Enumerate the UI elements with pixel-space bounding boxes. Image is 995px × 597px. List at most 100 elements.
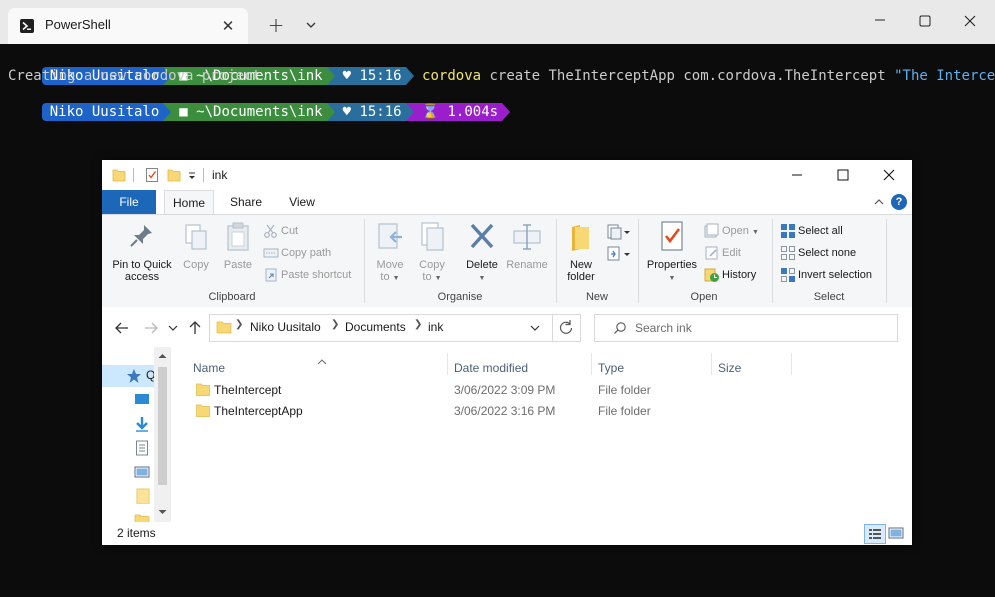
scroll-down-arrow-icon[interactable] bbox=[157, 507, 168, 517]
details-view-icon[interactable] bbox=[864, 524, 886, 544]
file-name: TheInterceptApp bbox=[214, 404, 303, 418]
prompt-user: Niko Uusitalo bbox=[41, 103, 164, 121]
nav-pane-scrollbar[interactable] bbox=[154, 347, 171, 522]
group-label-open: Open bbox=[690, 291, 718, 303]
paste-button[interactable]: Paste bbox=[220, 219, 256, 271]
ribbon-home: Pin to Quick access Copy Paste Cut Copy … bbox=[102, 214, 912, 308]
properties-icon bbox=[661, 221, 683, 251]
tab-title: PowerShell bbox=[45, 17, 111, 32]
nav-downloads[interactable] bbox=[102, 413, 154, 435]
pictures-icon bbox=[134, 466, 150, 478]
tab-powershell[interactable]: PowerShell ✕ bbox=[8, 8, 248, 44]
ribbon-tabs: File Home Share View ? bbox=[102, 190, 912, 216]
paste-icon bbox=[227, 222, 249, 251]
back-arrow-icon[interactable] bbox=[113, 319, 131, 337]
tab-home[interactable]: Home bbox=[164, 190, 214, 216]
desktop-icon bbox=[135, 394, 149, 404]
close-icon[interactable] bbox=[866, 160, 912, 190]
nav-folder[interactable] bbox=[102, 485, 154, 507]
nav-pictures[interactable] bbox=[102, 461, 154, 483]
new-folder-icon[interactable] bbox=[167, 167, 181, 183]
new-item-icon[interactable] bbox=[606, 223, 630, 241]
new-folder-button[interactable]: New folder bbox=[561, 219, 601, 283]
tab-file[interactable]: File bbox=[102, 190, 156, 214]
recent-locations-icon[interactable] bbox=[167, 319, 179, 337]
customize-qat-icon[interactable] bbox=[187, 167, 197, 183]
copy-button[interactable]: Copy bbox=[178, 219, 214, 271]
navigation-pane[interactable]: Q bbox=[102, 347, 172, 522]
prompt-line: Niko Uusitalo ■ ~\Documents\ink ♥ 15:16 co… bbox=[8, 49, 995, 85]
heart-icon: ♥ bbox=[342, 104, 360, 120]
tab-view[interactable]: View bbox=[282, 190, 322, 214]
status-bar: 2 items bbox=[102, 522, 912, 545]
address-bar[interactable]: ❯ Niko Uusitalo ❯ Documents ❯ ink bbox=[209, 314, 553, 342]
nav-documents[interactable] bbox=[102, 437, 154, 459]
file-explorer-window: ink File Home Share View ? Pin to Quick bbox=[102, 160, 912, 545]
select-all-icon bbox=[781, 224, 795, 238]
chevron-down-icon: ▼ bbox=[478, 275, 486, 282]
help-icon[interactable]: ? bbox=[891, 194, 907, 210]
column-header-date-modified[interactable]: Date modified bbox=[454, 361, 590, 381]
move-to-button[interactable]: Move to ▼ bbox=[372, 219, 408, 285]
tab-share[interactable]: Share bbox=[224, 190, 268, 214]
column-header-name[interactable]: Name bbox=[193, 359, 443, 381]
nav-quick-access[interactable]: Q bbox=[102, 365, 155, 387]
folder-icon bbox=[196, 404, 210, 417]
paste-shortcut-icon bbox=[265, 268, 277, 282]
refresh-icon[interactable] bbox=[552, 314, 581, 342]
large-icons-view-icon[interactable] bbox=[886, 524, 906, 542]
pin-to-quick-access-button[interactable]: Pin to Quick access bbox=[108, 219, 176, 283]
column-header-size[interactable]: Size bbox=[718, 361, 790, 381]
copy-to-button[interactable]: Copy to ▼ bbox=[414, 219, 450, 285]
easy-access-icon[interactable] bbox=[606, 245, 630, 263]
rename-button[interactable]: Rename bbox=[504, 219, 550, 271]
copy-icon bbox=[185, 224, 207, 250]
nav-desktop[interactable] bbox=[102, 389, 154, 411]
breadcrumb-niko-uusitalo[interactable]: Niko Uusitalo bbox=[250, 320, 321, 334]
file-list[interactable]: Name Date modified Type Size bbox=[188, 347, 912, 522]
properties-button[interactable]: Properties ▼ bbox=[644, 219, 700, 285]
folder-icon: ■ bbox=[179, 104, 197, 120]
scrollbar-thumb[interactable] bbox=[158, 367, 167, 485]
column-header-type[interactable]: Type bbox=[598, 361, 710, 381]
new-folder-icon bbox=[572, 225, 589, 251]
chevron-up-icon[interactable] bbox=[872, 195, 886, 209]
breadcrumb-separator-icon[interactable]: ❯ bbox=[331, 319, 339, 330]
search-box[interactable]: Search ink bbox=[594, 314, 898, 342]
maximize-icon[interactable] bbox=[908, 8, 942, 36]
chevron-down-icon: ▼ bbox=[668, 275, 676, 282]
minimize-icon[interactable] bbox=[774, 160, 820, 190]
command-string-arg: "The Intercept" bbox=[894, 68, 995, 84]
breadcrumb-ink[interactable]: ink bbox=[428, 320, 443, 334]
delete-button[interactable]: Delete ▼ bbox=[462, 219, 502, 285]
tab-close-icon[interactable]: ✕ bbox=[218, 16, 238, 36]
minimize-icon[interactable] bbox=[863, 8, 897, 36]
explorer-titlebar: ink bbox=[102, 160, 912, 190]
chevron-down-icon[interactable] bbox=[302, 16, 320, 34]
up-arrow-icon[interactable] bbox=[186, 319, 204, 337]
properties-icon[interactable] bbox=[145, 167, 159, 183]
maximize-icon[interactable] bbox=[820, 160, 866, 190]
file-date: 3/06/2022 3:09 PM bbox=[454, 383, 556, 397]
file-type: File folder bbox=[598, 383, 651, 397]
history-icon bbox=[704, 268, 719, 282]
sort-ascending-icon bbox=[317, 359, 327, 365]
breadcrumb-separator-icon[interactable]: ❯ bbox=[414, 319, 422, 330]
search-placeholder: Search ink bbox=[635, 321, 692, 335]
prompt-time: ♥ 15:16 bbox=[334, 67, 406, 85]
scroll-up-arrow-icon[interactable] bbox=[157, 351, 168, 361]
copy-to-icon bbox=[421, 222, 444, 251]
prompt-time: ♥ 15:16 bbox=[334, 103, 406, 121]
nav-folder-2[interactable] bbox=[102, 509, 154, 522]
file-name: TheIntercept bbox=[214, 383, 282, 397]
file-row[interactable]: TheInterceptApp 3/06/2022 3:16 PM File f… bbox=[188, 401, 828, 422]
file-row[interactable]: TheIntercept 3/06/2022 3:09 PM File fold… bbox=[188, 380, 828, 401]
new-tab-icon[interactable]: + bbox=[264, 14, 288, 38]
forward-arrow-icon[interactable] bbox=[142, 319, 160, 337]
breadcrumb-separator-icon[interactable]: ❯ bbox=[235, 319, 243, 330]
chevron-down-icon[interactable] bbox=[528, 321, 542, 335]
hourglass-icon: ⌛ bbox=[421, 104, 448, 120]
close-icon[interactable] bbox=[953, 8, 987, 36]
breadcrumb-documents[interactable]: Documents bbox=[345, 320, 406, 334]
document-icon bbox=[136, 440, 148, 456]
